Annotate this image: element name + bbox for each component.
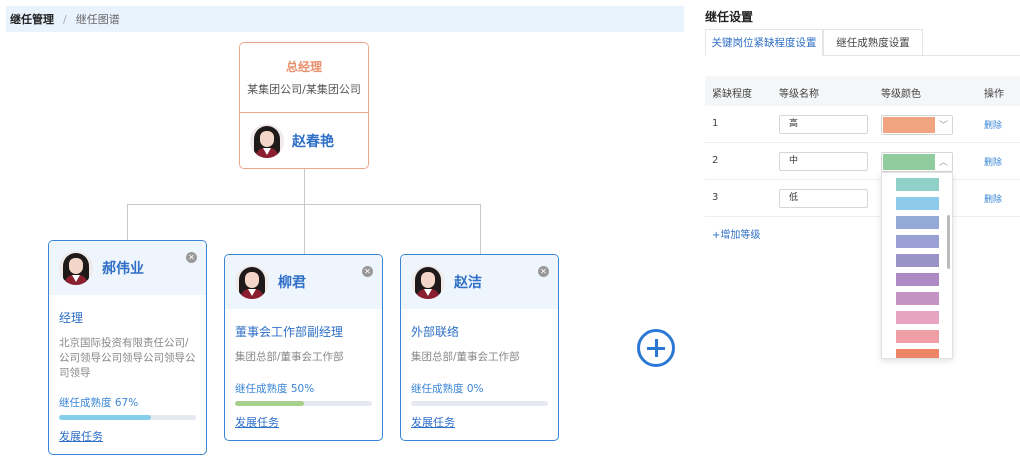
color-palette-dropdown xyxy=(881,172,953,359)
successor-job: 外部联络 xyxy=(411,325,460,339)
successor-dept: 集团总部/董事会工作部 xyxy=(235,351,344,363)
avatar xyxy=(411,265,445,299)
maturity-bar xyxy=(235,401,372,406)
table-row: 3 低 删除 xyxy=(705,180,1020,217)
settings-title: 继任设置 xyxy=(705,10,754,24)
connector-line xyxy=(480,204,481,254)
level-name-input[interactable]: 低 xyxy=(779,189,868,208)
maturity-fill xyxy=(235,401,304,406)
successor-dept: 北京国际投资有限责任公司/公司领导公司领导公司领导公司领导 xyxy=(59,337,196,379)
color-option[interactable] xyxy=(896,349,939,358)
maturity-bar xyxy=(59,415,196,420)
scrollbar[interactable] xyxy=(947,215,950,269)
successor-header: 柳君 ✕ xyxy=(225,255,382,309)
level-value: 3 xyxy=(712,192,719,203)
successor-card[interactable]: 赵洁 ✕ 外部联络 集团总部/董事会工作部 继任成熟度 0% 发展任务 xyxy=(400,254,559,441)
color-option[interactable] xyxy=(896,311,939,324)
color-option[interactable] xyxy=(896,273,939,286)
position-org: 某集团公司/某集团公司 xyxy=(247,83,361,96)
incumbent: 赵春艳 xyxy=(240,113,368,168)
close-icon[interactable]: ✕ xyxy=(538,266,549,277)
header-name: 等级名称 xyxy=(779,89,819,100)
delete-button[interactable]: 删除 xyxy=(984,118,1002,131)
level-value: 1 xyxy=(712,118,719,129)
header-op: 操作 xyxy=(984,89,1004,100)
chevron-up-icon: ︿ xyxy=(938,158,948,168)
level-value: 2 xyxy=(712,155,719,166)
breadcrumb-root[interactable]: 继任管理 xyxy=(10,11,54,27)
connector-line xyxy=(304,204,305,254)
successor-job: 经理 xyxy=(59,311,84,325)
color-option[interactable] xyxy=(896,178,939,191)
chevron-down-icon: ﹀ xyxy=(938,121,948,131)
close-icon[interactable]: ✕ xyxy=(362,266,373,277)
connector-line xyxy=(127,204,128,240)
tab-maturity-setting[interactable]: 继任成熟度设置 xyxy=(823,29,923,56)
delete-button[interactable]: 删除 xyxy=(984,155,1002,168)
color-option[interactable] xyxy=(896,197,939,210)
level-color-select[interactable]: ﹀ xyxy=(881,115,953,135)
development-task-link[interactable]: 发展任务 xyxy=(235,414,279,430)
successor-body: 外部联络 集团总部/董事会工作部 继任成熟度 0% 发展任务 xyxy=(401,309,558,430)
settings-tabs: 关键岗位紧缺程度设置 继任成熟度设置 xyxy=(705,29,1020,56)
color-option[interactable] xyxy=(896,216,939,229)
color-option[interactable] xyxy=(896,235,939,248)
breadcrumb-separator: / xyxy=(63,12,67,26)
successor-name: 柳君 xyxy=(278,275,306,291)
avatar xyxy=(250,124,284,158)
color-swatch xyxy=(883,154,935,170)
connector-line xyxy=(304,169,305,205)
successor-dept: 集团总部/董事会工作部 xyxy=(411,351,520,363)
successor-card[interactable]: 郝伟业 ✕ 经理 北京国际投资有限责任公司/公司领导公司领导公司领导公司领导 继… xyxy=(48,240,207,455)
successor-header: 赵洁 ✕ xyxy=(401,255,558,309)
position-title: 总经理 xyxy=(285,60,322,74)
maturity-fill xyxy=(59,415,151,420)
position-info: 总经理 某集团公司/某集团公司 xyxy=(240,43,368,113)
table-row: 1 高 ﹀ 删除 xyxy=(705,106,1020,143)
top-position-card[interactable]: 总经理 某集团公司/某集团公司 赵春艳 xyxy=(239,42,369,169)
successor-name: 赵洁 xyxy=(454,275,482,291)
add-successor-button[interactable] xyxy=(637,329,675,367)
level-name-input[interactable]: 高 xyxy=(779,115,868,134)
successor-job: 董事会工作部副经理 xyxy=(235,325,344,339)
color-option[interactable] xyxy=(896,330,939,343)
maturity-bar xyxy=(411,401,548,406)
add-level-button[interactable]: +增加等级 xyxy=(712,226,760,241)
incumbent-name: 赵春艳 xyxy=(292,134,334,150)
close-icon[interactable]: ✕ xyxy=(186,252,197,263)
avatar xyxy=(235,265,269,299)
development-task-link[interactable]: 发展任务 xyxy=(411,414,455,430)
level-color-select[interactable]: ︿ xyxy=(881,152,953,172)
breadcrumb: 继任管理 / 继任图谱 xyxy=(6,6,684,32)
avatar xyxy=(59,251,93,285)
color-option[interactable] xyxy=(896,292,939,305)
successor-header: 郝伟业 ✕ xyxy=(49,241,206,295)
table-header: 紧缺程度 等级名称 等级颜色 操作 xyxy=(705,76,1020,106)
color-option[interactable] xyxy=(896,254,939,267)
header-level: 紧缺程度 xyxy=(712,89,752,100)
color-swatch xyxy=(883,117,935,133)
header-color: 等级颜色 xyxy=(881,89,921,100)
maturity-label: 继任成熟度 0% xyxy=(411,383,484,395)
maturity-label: 继任成熟度 67% xyxy=(59,397,139,409)
successor-body: 董事会工作部副经理 集团总部/董事会工作部 继任成熟度 50% 发展任务 xyxy=(225,309,382,430)
level-name-input[interactable]: 中 xyxy=(779,152,868,171)
delete-button[interactable]: 删除 xyxy=(984,192,1002,205)
successor-name: 郝伟业 xyxy=(102,261,144,277)
successor-card[interactable]: 柳君 ✕ 董事会工作部副经理 集团总部/董事会工作部 继任成熟度 50% 发展任… xyxy=(224,254,383,441)
succession-app: 继任管理 / 继任图谱 总经理 某集团公司/某集团公司 赵春艳 郝伟业 ✕ 经理… xyxy=(0,0,1020,467)
breadcrumb-current: 继任图谱 xyxy=(75,13,120,26)
maturity-label: 继任成熟度 50% xyxy=(235,383,315,395)
tab-shortage-setting[interactable]: 关键岗位紧缺程度设置 xyxy=(705,29,823,56)
table-row: 2 中 ︿ 删除 xyxy=(705,143,1020,180)
development-task-link[interactable]: 发展任务 xyxy=(59,428,103,444)
successor-body: 经理 北京国际投资有限责任公司/公司领导公司领导公司领导公司领导 继任成熟度 6… xyxy=(49,295,206,444)
